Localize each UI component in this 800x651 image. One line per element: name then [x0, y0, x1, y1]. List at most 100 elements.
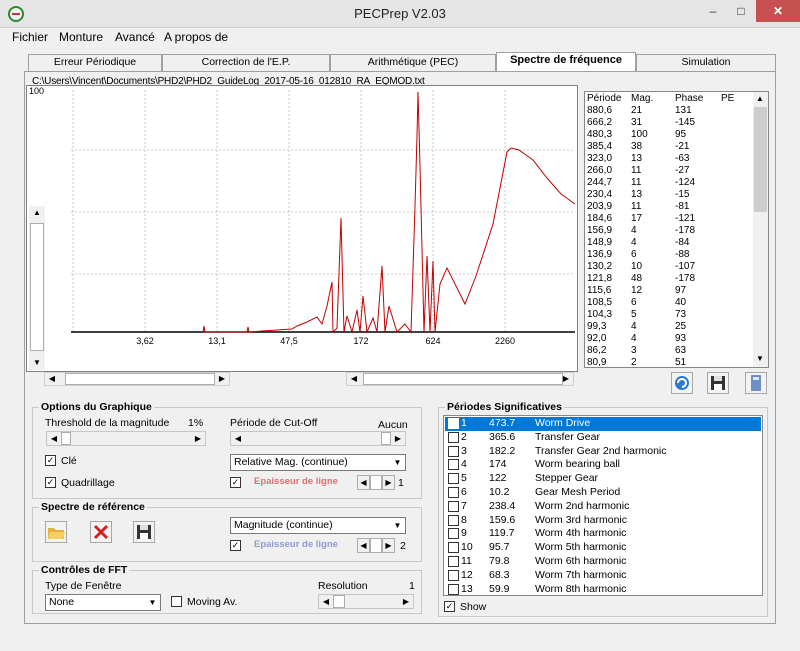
significant-row-checkbox[interactable] [448, 555, 459, 567]
scroll-thumb[interactable] [65, 373, 215, 385]
scale-dropdown[interactable]: Relative Mag. (continue) ▼ [230, 454, 406, 471]
thickness-thumb[interactable] [370, 475, 382, 490]
tab-arithmetique[interactable]: Arithmétique (PEC) [330, 54, 496, 71]
reference-thickness-checkbox[interactable]: ✓ [230, 540, 241, 551]
significant-row-checkbox[interactable] [448, 459, 459, 471]
tab-erreur-periodique[interactable]: Erreur Périodique [28, 54, 162, 71]
cell-mag: 4 [631, 321, 637, 332]
menu-fichier[interactable]: Fichier [12, 30, 48, 44]
scroll-thumb[interactable] [363, 373, 563, 385]
slider-left-icon[interactable]: ◀ [47, 432, 61, 446]
scroll-up-icon[interactable]: ▲ [753, 92, 767, 106]
significant-row[interactable]: 9 119.7 Worm 4th harmonic [445, 527, 761, 541]
open-reference-button[interactable] [45, 521, 67, 543]
calculator-button[interactable] [745, 372, 767, 394]
slider-right-icon[interactable]: ▶ [391, 432, 405, 446]
significant-row[interactable]: 8 159.6 Worm 3rd harmonic [445, 514, 761, 528]
scroll-up-icon[interactable]: ▲ [30, 206, 44, 220]
scroll-right-icon[interactable]: ▶ [559, 372, 573, 386]
slider-thumb[interactable] [381, 432, 391, 445]
significant-row-checkbox[interactable] [448, 431, 459, 443]
y-max-label: 100 [29, 86, 44, 96]
minimize-button[interactable]: – [700, 0, 726, 22]
significant-periods-list[interactable]: 1 473.7 Worm Drive 2 365.6 Transfer Gear 3 182.… [443, 415, 763, 596]
table-scrollbar[interactable]: ▲ ▼ [753, 92, 768, 367]
slider-right-icon[interactable]: ▶ [191, 432, 205, 446]
reference-thickness-increase[interactable]: ▶ [382, 538, 395, 553]
significant-row[interactable]: 12 68.3 Worm 7th harmonic [445, 569, 761, 583]
thickness-decrease[interactable]: ◀ [357, 475, 370, 490]
cle-checkbox[interactable]: ✓ [45, 455, 56, 466]
col-periode: Période [587, 93, 622, 104]
significant-row-checkbox[interactable] [448, 583, 459, 595]
chart-vertical-scrollbar[interactable]: ▲ ▼ [29, 206, 45, 370]
scroll-left-icon[interactable]: ◀ [347, 372, 361, 386]
slider-left-icon[interactable]: ◀ [231, 432, 245, 446]
significant-row-checkbox[interactable] [448, 473, 459, 485]
show-checkbox[interactable]: ✓ [444, 601, 455, 612]
sig-description: Worm Drive [535, 417, 591, 429]
significant-row[interactable]: 1 473.7 Worm Drive [445, 417, 761, 431]
slider-thumb[interactable] [61, 432, 71, 445]
slider-thumb[interactable] [333, 595, 345, 608]
reference-dropdown[interactable]: Magnitude (continue) ▼ [230, 517, 406, 534]
scroll-thumb[interactable] [30, 223, 44, 351]
scroll-thumb[interactable] [754, 107, 767, 212]
significant-row-checkbox[interactable] [448, 486, 459, 498]
grid-checkbox[interactable]: ✓ [45, 477, 56, 488]
significant-row-checkbox[interactable] [448, 500, 459, 512]
menu-a-propos[interactable]: A propos de [164, 30, 228, 44]
threshold-slider[interactable]: ◀ ▶ [46, 431, 206, 446]
slider-right-icon[interactable]: ▶ [399, 595, 413, 609]
scroll-right-icon[interactable]: ▶ [215, 372, 229, 386]
cell-periode: 480,3 [587, 129, 613, 140]
significant-row[interactable]: 7 238.4 Worm 2nd harmonic [445, 500, 761, 514]
resolution-slider[interactable]: ◀ ▶ [318, 594, 414, 609]
close-button[interactable]: ✕ [756, 0, 800, 22]
sig-index: 2 [461, 430, 467, 443]
significant-row[interactable]: 11 79.8 Worm 6th harmonic [445, 555, 761, 569]
menu-monture[interactable]: Monture [59, 30, 103, 44]
tab-correction[interactable]: Correction de l'E.P. [162, 54, 330, 71]
reference-thickness-thumb[interactable] [370, 538, 382, 553]
significant-row[interactable]: 4 174 Worm bearing ball [445, 458, 761, 472]
significant-row[interactable]: 6 10.2 Gear Mesh Period [445, 486, 761, 500]
slider-left-icon[interactable]: ◀ [319, 595, 333, 609]
significant-row[interactable]: 2 365.6 Transfer Gear [445, 431, 761, 445]
significant-row-checkbox[interactable] [448, 445, 459, 457]
tab-simulation[interactable]: Simulation [636, 54, 776, 71]
reference-thickness-decrease[interactable]: ◀ [357, 538, 370, 553]
save-reference-button[interactable] [133, 521, 155, 543]
cutoff-slider[interactable]: ◀ ▶ [230, 431, 406, 446]
significant-row[interactable]: 10 95.7 Worm 5th harmonic [445, 541, 761, 555]
moving-av-checkbox[interactable] [171, 596, 182, 607]
save-icon [711, 376, 725, 390]
table-row: 130,2 10 -107 [587, 261, 755, 273]
significant-row[interactable]: 13 59.9 Worm 8th harmonic [445, 583, 761, 595]
chart-scrollbar-right[interactable]: ◀ ▶ [346, 372, 574, 386]
chart-scrollbar-left[interactable]: ◀ ▶ [44, 372, 230, 386]
thickness-checkbox[interactable]: ✓ [230, 477, 241, 488]
save-button[interactable] [707, 372, 729, 394]
maximize-button[interactable]: □ [728, 0, 754, 22]
delete-reference-button[interactable] [90, 521, 112, 543]
scroll-left-icon[interactable]: ◀ [45, 372, 59, 386]
significant-row[interactable]: 3 182.2 Transfer Gear 2nd harmonic [445, 445, 761, 459]
scroll-down-icon[interactable]: ▼ [753, 352, 767, 366]
significant-row-checkbox[interactable] [448, 542, 459, 554]
thickness-increase[interactable]: ▶ [382, 475, 395, 490]
significant-row-checkbox[interactable] [448, 528, 459, 540]
refresh-button[interactable] [671, 372, 693, 394]
significant-row-checkbox[interactable] [448, 418, 459, 429]
cell-phase: -178 [675, 225, 696, 236]
scroll-down-icon[interactable]: ▼ [30, 356, 44, 370]
table-row: 92,0 4 93 [587, 333, 755, 345]
menu-avance[interactable]: Avancé [115, 30, 155, 44]
significant-row[interactable]: 5 122 Stepper Gear [445, 472, 761, 486]
sig-period: 122 [489, 472, 507, 485]
period-table[interactable]: Période Mag. Phase PE 880,6 21 131 666,2 31 -… [584, 91, 769, 368]
window-type-dropdown[interactable]: None ▼ [45, 594, 161, 611]
tab-spectre[interactable]: Spectre de fréquence [496, 52, 636, 72]
significant-row-checkbox[interactable] [448, 569, 459, 581]
significant-row-checkbox[interactable] [448, 514, 459, 526]
